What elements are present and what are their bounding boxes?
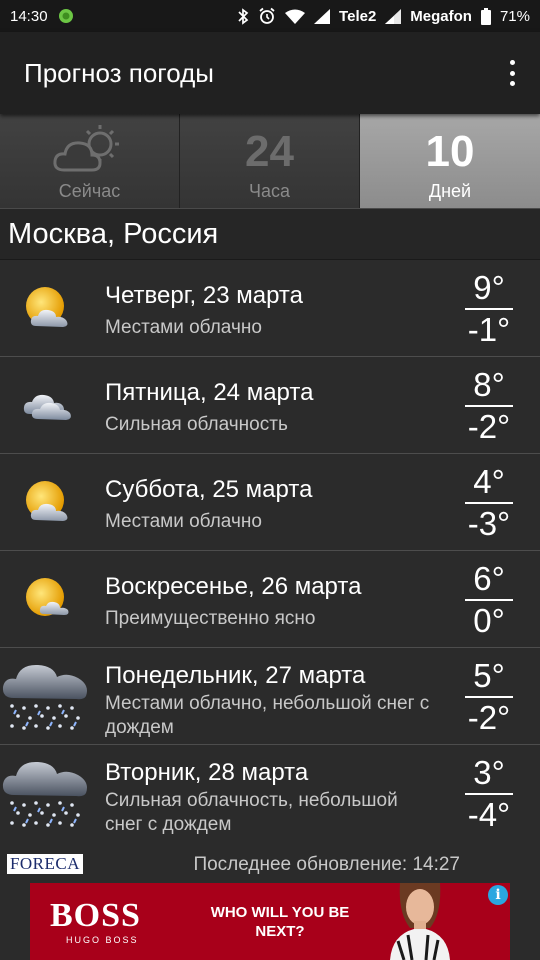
tab-10-days[interactable]: 10 Дней xyxy=(360,114,540,208)
temperature-pair: 5° -2° xyxy=(464,658,514,736)
tab-24-label: Часа xyxy=(248,181,291,201)
day-title: Понедельник, 27 марта xyxy=(105,662,366,689)
ad-slogan: WHO WILL YOU BE NEXT? xyxy=(210,904,350,940)
temp-high: 5° xyxy=(473,657,505,694)
day-title: Суббота, 25 марта xyxy=(105,476,313,503)
temperature-pair: 9° -1° xyxy=(464,270,514,348)
temp-high: 8° xyxy=(473,366,505,403)
temp-low: -2° xyxy=(467,408,511,445)
cloudy-icon xyxy=(23,394,71,420)
tab-24-big: 24 xyxy=(245,127,294,176)
partly-cloudy-icon xyxy=(26,287,68,327)
wifi-icon xyxy=(285,9,306,24)
day-desc: Преимущественно ясно xyxy=(105,608,316,629)
last-update-text: Последнее обновление: 14:27 xyxy=(193,854,460,875)
day-desc: Сильная облачность, небольшой снег с дож… xyxy=(105,790,398,835)
ad-brand: BOSS xyxy=(50,897,141,934)
status-time: 14:30 xyxy=(10,7,48,25)
tab-10-label: Дней xyxy=(428,181,472,201)
forecast-row[interactable]: Суббота, 25 марта Местами облачно 4° -3° xyxy=(0,454,540,551)
temp-high: 6° xyxy=(473,560,505,597)
temp-low: -4° xyxy=(467,796,511,833)
temperature-pair: 3° -4° xyxy=(464,755,514,833)
temp-low: -3° xyxy=(467,505,511,542)
temperature-pair: 6° 0° xyxy=(464,561,514,639)
location-name: Москва, Россия xyxy=(8,217,219,250)
forecast-row[interactable]: Четверг, 23 марта Местами облачно 9° -1° xyxy=(0,260,540,357)
day-desc: Местами облачно xyxy=(105,511,262,532)
foreca-logo[interactable]: FORECA xyxy=(7,854,83,874)
ad-model-image xyxy=(370,883,470,960)
day-title: Четверг, 23 марта xyxy=(105,282,303,309)
temp-divider xyxy=(465,502,513,504)
footer: FORECA Последнее обновление: 14:27 xyxy=(0,850,540,880)
signal-icon xyxy=(314,8,331,24)
tab-10-big: 10 xyxy=(425,127,475,176)
app-notification-icon xyxy=(58,8,74,24)
forecast-row[interactable]: Вторник, 28 марта Сильная облачность, не… xyxy=(0,745,540,842)
app-bar: Прогноз погоды xyxy=(0,32,540,114)
temp-divider xyxy=(465,308,513,310)
temperature-pair: 8° -2° xyxy=(464,367,514,445)
day-title: Вторник, 28 марта xyxy=(105,759,309,786)
tab-now[interactable]: Сейчас xyxy=(0,114,180,208)
carrier-2: Megafon xyxy=(410,7,472,25)
sleet-icon xyxy=(2,761,87,827)
day-desc: Сильная облачность xyxy=(105,414,288,435)
signal-icon xyxy=(385,8,402,24)
info-icon[interactable]: i xyxy=(488,885,508,905)
ad-banner[interactable]: BOSS HUGO BOSS WHO WILL YOU BE NEXT? i xyxy=(30,883,510,960)
temp-low: -1° xyxy=(467,311,511,348)
temp-high: 4° xyxy=(473,463,505,500)
partly-cloudy-icon xyxy=(26,481,68,521)
forecast-list: Четверг, 23 марта Местами облачно 9° -1°… xyxy=(0,260,540,842)
bluetooth-icon xyxy=(237,7,249,25)
more-vert-icon[interactable] xyxy=(504,58,520,88)
temp-divider xyxy=(465,793,513,795)
battery-percent: 71% xyxy=(499,7,530,25)
battery-icon xyxy=(480,7,491,25)
temp-divider xyxy=(465,405,513,407)
sleet-icon xyxy=(2,664,87,730)
temp-high: 9° xyxy=(473,269,505,306)
status-bar: 14:30 Tele2 Megafon 71% xyxy=(0,0,540,32)
mostly-sunny-icon xyxy=(26,578,69,616)
ad-sub-brand: HUGO BOSS xyxy=(66,935,139,945)
carrier-1: Tele2 xyxy=(339,7,377,25)
day-desc: Местами облачно xyxy=(105,317,262,338)
forecast-tabs: Сейчас 24 Часа 10 Дней xyxy=(0,114,540,208)
forecast-row[interactable]: Воскресенье, 26 марта Преимущественно яс… xyxy=(0,551,540,648)
temp-high: 3° xyxy=(473,754,505,791)
cloud-sun-icon xyxy=(53,125,119,172)
alarm-icon xyxy=(258,7,276,25)
temp-divider xyxy=(465,696,513,698)
temp-low: -2° xyxy=(467,699,511,736)
day-title: Воскресенье, 26 марта xyxy=(105,573,362,600)
tab-now-label: Сейчас xyxy=(58,181,121,201)
forecast-row[interactable]: Пятница, 24 марта Сильная облачность 8° … xyxy=(0,357,540,454)
page-title: Прогноз погоды xyxy=(24,57,214,88)
temp-low: 0° xyxy=(473,602,505,639)
temperature-pair: 4° -3° xyxy=(464,464,514,542)
location-header[interactable]: Москва, Россия xyxy=(0,208,540,260)
day-title: Пятница, 24 марта xyxy=(105,379,314,406)
temp-divider xyxy=(465,599,513,601)
forecast-row[interactable]: Понедельник, 27 марта Местами облачно, н… xyxy=(0,648,540,745)
tab-24-hours[interactable]: 24 Часа xyxy=(180,114,360,208)
day-desc: Местами облачно, небольшой снег с дождем xyxy=(105,693,430,738)
